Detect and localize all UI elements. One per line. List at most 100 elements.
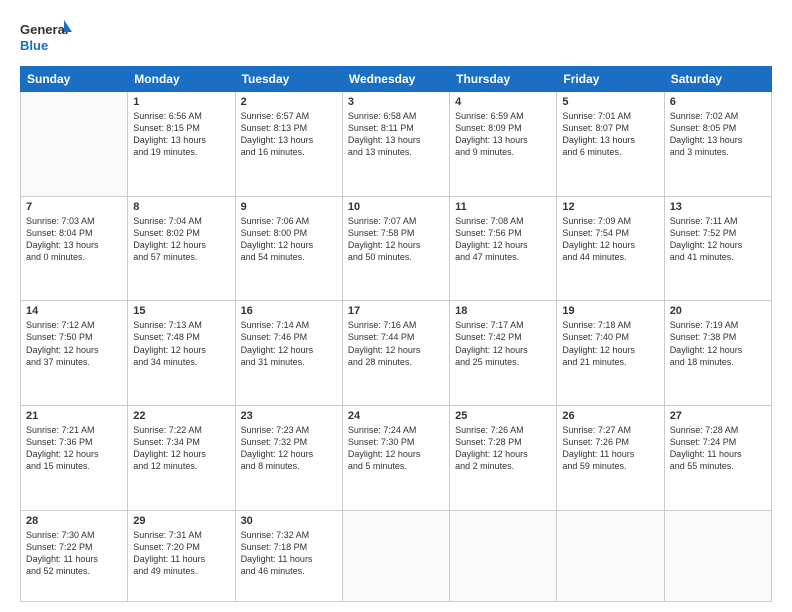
calendar-cell: 1 Sunrise: 6:56 AM Sunset: 8:15 PM Daylig… (128, 92, 235, 197)
day-number: 21 (26, 410, 122, 422)
day-number: 8 (133, 201, 229, 213)
day-info: Sunrise: 7:09 AM Sunset: 7:54 PM Dayligh… (562, 215, 658, 264)
calendar-cell (557, 510, 664, 601)
day-info: Sunrise: 7:13 AM Sunset: 7:48 PM Dayligh… (133, 319, 229, 368)
day-info: Sunrise: 7:18 AM Sunset: 7:40 PM Dayligh… (562, 319, 658, 368)
day-info: Sunrise: 7:21 AM Sunset: 7:36 PM Dayligh… (26, 424, 122, 473)
day-info: Sunrise: 7:07 AM Sunset: 7:58 PM Dayligh… (348, 215, 444, 264)
dow-header-thursday: Thursday (450, 67, 557, 92)
day-info: Sunrise: 7:27 AM Sunset: 7:26 PM Dayligh… (562, 424, 658, 473)
dow-header-saturday: Saturday (664, 67, 771, 92)
calendar-cell: 17 Sunrise: 7:16 AM Sunset: 7:44 PM Dayli… (342, 301, 449, 406)
calendar-cell: 10 Sunrise: 7:07 AM Sunset: 7:58 PM Dayli… (342, 196, 449, 301)
day-info: Sunrise: 7:26 AM Sunset: 7:28 PM Dayligh… (455, 424, 551, 473)
day-number: 7 (26, 201, 122, 213)
calendar-cell: 4 Sunrise: 6:59 AM Sunset: 8:09 PM Daylig… (450, 92, 557, 197)
svg-text:General: General (20, 22, 68, 37)
day-info: Sunrise: 7:23 AM Sunset: 7:32 PM Dayligh… (241, 424, 337, 473)
calendar-cell: 11 Sunrise: 7:08 AM Sunset: 7:56 PM Dayli… (450, 196, 557, 301)
day-info: Sunrise: 7:11 AM Sunset: 7:52 PM Dayligh… (670, 215, 766, 264)
day-info: Sunrise: 7:30 AM Sunset: 7:22 PM Dayligh… (26, 529, 122, 578)
day-info: Sunrise: 7:14 AM Sunset: 7:46 PM Dayligh… (241, 319, 337, 368)
calendar-cell (21, 92, 128, 197)
calendar-cell: 13 Sunrise: 7:11 AM Sunset: 7:52 PM Dayli… (664, 196, 771, 301)
calendar-cell: 12 Sunrise: 7:09 AM Sunset: 7:54 PM Dayli… (557, 196, 664, 301)
calendar-cell (664, 510, 771, 601)
day-info: Sunrise: 7:12 AM Sunset: 7:50 PM Dayligh… (26, 319, 122, 368)
dow-header-monday: Monday (128, 67, 235, 92)
day-info: Sunrise: 6:58 AM Sunset: 8:11 PM Dayligh… (348, 110, 444, 159)
calendar-cell (342, 510, 449, 601)
day-number: 26 (562, 410, 658, 422)
day-number: 12 (562, 201, 658, 213)
day-number: 23 (241, 410, 337, 422)
day-info: Sunrise: 7:03 AM Sunset: 8:04 PM Dayligh… (26, 215, 122, 264)
day-number: 6 (670, 96, 766, 108)
day-number: 24 (348, 410, 444, 422)
day-info: Sunrise: 7:32 AM Sunset: 7:18 PM Dayligh… (241, 529, 337, 578)
calendar-cell: 24 Sunrise: 7:24 AM Sunset: 7:30 PM Dayli… (342, 405, 449, 510)
day-info: Sunrise: 7:04 AM Sunset: 8:02 PM Dayligh… (133, 215, 229, 264)
day-info: Sunrise: 7:28 AM Sunset: 7:24 PM Dayligh… (670, 424, 766, 473)
svg-text:Blue: Blue (20, 38, 48, 53)
calendar-cell: 23 Sunrise: 7:23 AM Sunset: 7:32 PM Dayli… (235, 405, 342, 510)
calendar-cell: 21 Sunrise: 7:21 AM Sunset: 7:36 PM Dayli… (21, 405, 128, 510)
day-number: 27 (670, 410, 766, 422)
calendar-table: SundayMondayTuesdayWednesdayThursdayFrid… (20, 66, 772, 602)
day-number: 15 (133, 305, 229, 317)
day-info: Sunrise: 7:06 AM Sunset: 8:00 PM Dayligh… (241, 215, 337, 264)
calendar-cell: 27 Sunrise: 7:28 AM Sunset: 7:24 PM Dayli… (664, 405, 771, 510)
calendar-cell: 5 Sunrise: 7:01 AM Sunset: 8:07 PM Daylig… (557, 92, 664, 197)
day-number: 2 (241, 96, 337, 108)
calendar-cell: 25 Sunrise: 7:26 AM Sunset: 7:28 PM Dayli… (450, 405, 557, 510)
day-info: Sunrise: 7:19 AM Sunset: 7:38 PM Dayligh… (670, 319, 766, 368)
day-number: 20 (670, 305, 766, 317)
day-number: 29 (133, 515, 229, 527)
day-info: Sunrise: 7:24 AM Sunset: 7:30 PM Dayligh… (348, 424, 444, 473)
day-number: 22 (133, 410, 229, 422)
calendar-cell: 26 Sunrise: 7:27 AM Sunset: 7:26 PM Dayli… (557, 405, 664, 510)
day-number: 13 (670, 201, 766, 213)
calendar-cell: 28 Sunrise: 7:30 AM Sunset: 7:22 PM Dayli… (21, 510, 128, 601)
day-info: Sunrise: 7:17 AM Sunset: 7:42 PM Dayligh… (455, 319, 551, 368)
day-number: 25 (455, 410, 551, 422)
day-number: 16 (241, 305, 337, 317)
calendar-cell: 20 Sunrise: 7:19 AM Sunset: 7:38 PM Dayli… (664, 301, 771, 406)
dow-header-friday: Friday (557, 67, 664, 92)
day-number: 17 (348, 305, 444, 317)
calendar-cell (450, 510, 557, 601)
calendar-cell: 15 Sunrise: 7:13 AM Sunset: 7:48 PM Dayli… (128, 301, 235, 406)
day-number: 19 (562, 305, 658, 317)
calendar-cell: 3 Sunrise: 6:58 AM Sunset: 8:11 PM Daylig… (342, 92, 449, 197)
calendar-cell: 6 Sunrise: 7:02 AM Sunset: 8:05 PM Daylig… (664, 92, 771, 197)
dow-header-sunday: Sunday (21, 67, 128, 92)
calendar-cell: 29Sunrise: 7:31 AM Sunset: 7:20 PM Dayli… (128, 510, 235, 601)
day-number: 4 (455, 96, 551, 108)
calendar-cell: 7 Sunrise: 7:03 AM Sunset: 8:04 PM Daylig… (21, 196, 128, 301)
day-info: Sunrise: 7:16 AM Sunset: 7:44 PM Dayligh… (348, 319, 444, 368)
day-number: 9 (241, 201, 337, 213)
day-number: 28 (26, 515, 122, 527)
calendar-cell: 30 Sunrise: 7:32 AM Sunset: 7:18 PM Dayli… (235, 510, 342, 601)
calendar-cell: 16 Sunrise: 7:14 AM Sunset: 7:46 PM Dayli… (235, 301, 342, 406)
day-info: Sunrise: 6:57 AM Sunset: 8:13 PM Dayligh… (241, 110, 337, 159)
day-info: Sunrise: 7:01 AM Sunset: 8:07 PM Dayligh… (562, 110, 658, 159)
calendar-cell: 22 Sunrise: 7:22 AM Sunset: 7:34 PM Dayli… (128, 405, 235, 510)
day-info: Sunrise: 6:59 AM Sunset: 8:09 PM Dayligh… (455, 110, 551, 159)
day-number: 11 (455, 201, 551, 213)
day-info: Sunrise: 7:08 AM Sunset: 7:56 PM Dayligh… (455, 215, 551, 264)
day-number: 1 (133, 96, 229, 108)
dow-header-wednesday: Wednesday (342, 67, 449, 92)
day-number: 3 (348, 96, 444, 108)
day-number: 5 (562, 96, 658, 108)
day-number: 30 (241, 515, 337, 527)
day-number: 10 (348, 201, 444, 213)
day-info: Sunrise: 7:02 AM Sunset: 8:05 PM Dayligh… (670, 110, 766, 159)
day-info: Sunrise: 7:22 AM Sunset: 7:34 PM Dayligh… (133, 424, 229, 473)
day-info: Sunrise: 6:56 AM Sunset: 8:15 PM Dayligh… (133, 110, 229, 159)
dow-header-tuesday: Tuesday (235, 67, 342, 92)
calendar-cell: 8 Sunrise: 7:04 AM Sunset: 8:02 PM Daylig… (128, 196, 235, 301)
calendar-cell: 2 Sunrise: 6:57 AM Sunset: 8:13 PM Daylig… (235, 92, 342, 197)
day-number: 14 (26, 305, 122, 317)
calendar-cell: 18Sunrise: 7:17 AM Sunset: 7:42 PM Dayli… (450, 301, 557, 406)
